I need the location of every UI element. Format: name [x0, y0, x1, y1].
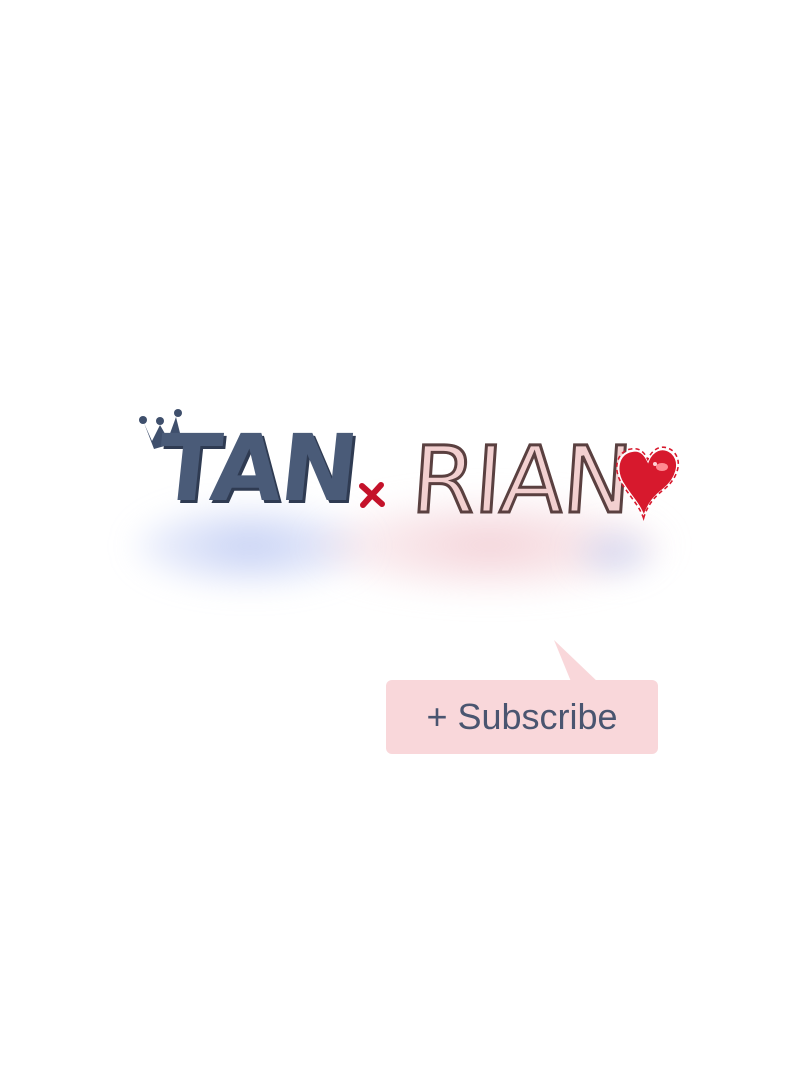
logo-title-rian: RIAN — [407, 426, 636, 536]
logo-title-tan: TAN — [152, 415, 362, 522]
bubble-tail — [554, 640, 600, 684]
heart-icon — [615, 446, 680, 521]
logo-glow-blue-small — [570, 527, 660, 579]
subscribe-label[interactable]: + Subscribe — [386, 680, 658, 754]
subscribe-button[interactable]: + Subscribe — [386, 680, 658, 754]
logo: TAN RIAN — [120, 395, 700, 635]
cross-icon — [359, 482, 385, 508]
